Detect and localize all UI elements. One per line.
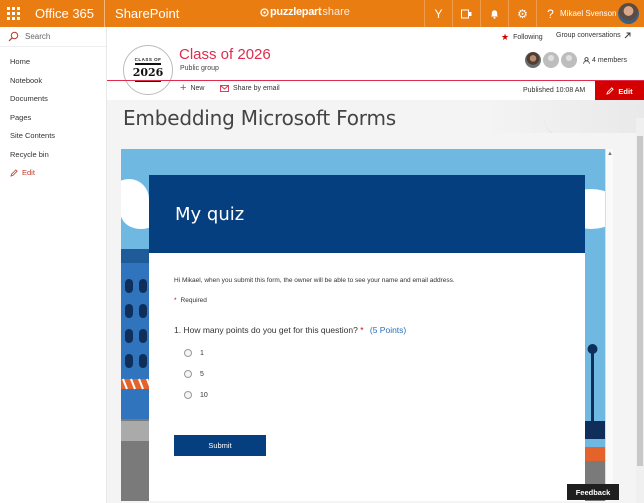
person-icon <box>583 56 590 64</box>
building-illustration-right <box>585 344 605 501</box>
search-placeholder: Search <box>25 32 51 41</box>
star-icon: ★ <box>501 32 510 42</box>
page-scrollbar[interactable] <box>636 118 644 503</box>
brand-part-a: puzzlepart <box>270 6 322 18</box>
member-avatar[interactable] <box>561 52 577 68</box>
external-link-icon <box>624 32 631 39</box>
pencil-icon <box>606 87 615 95</box>
puzzle-icon <box>260 7 269 17</box>
pencil-icon <box>10 169 18 177</box>
skype-icon[interactable] <box>452 0 480 27</box>
question-1: 1. How many points do you get for this q… <box>174 325 406 335</box>
search-icon <box>8 31 19 42</box>
required-star: * <box>360 325 364 335</box>
option-1[interactable]: 1 <box>184 349 204 357</box>
required-note: * Required <box>174 297 207 304</box>
edit-label: Edit <box>618 86 633 96</box>
embed-scrollbar[interactable]: ▲ ▼ <box>605 149 613 501</box>
sharepoint-link[interactable]: SharePoint <box>105 0 179 27</box>
yammer-icon[interactable]: Y <box>424 0 452 27</box>
page-title: Embedding Microsoft Forms <box>123 106 396 130</box>
radio-button[interactable] <box>184 370 192 378</box>
form-header: My quiz <box>149 175 585 253</box>
building-illustration-left <box>121 249 151 501</box>
scroll-up-icon[interactable]: ▲ <box>607 151 613 157</box>
nav-edit-label: Edit <box>22 168 35 177</box>
edit-button[interactable]: Edit <box>595 81 644 101</box>
share-by-email-button[interactable]: Share by email <box>220 85 280 92</box>
search-box[interactable]: Search <box>0 27 106 47</box>
site-subtitle: Public group <box>180 65 219 72</box>
nav-edit-link[interactable]: Edit <box>0 164 106 183</box>
gear-icon[interactable]: ⚙ <box>508 0 536 27</box>
radio-button[interactable] <box>184 391 192 399</box>
nav-item-pages[interactable]: Pages <box>0 109 106 128</box>
nav-item-notebook[interactable]: Notebook <box>0 72 106 91</box>
user-avatar[interactable] <box>618 3 639 24</box>
logo-year-text: 2026 <box>132 66 164 79</box>
radio-button[interactable] <box>184 349 192 357</box>
new-button[interactable]: + New <box>180 82 205 94</box>
option-label: 1 <box>200 349 204 357</box>
brand-logo: puzzlepart share <box>260 6 350 18</box>
page-content: My quiz Hi Mikael, when you submit this … <box>107 133 644 503</box>
members-label: 4 members <box>592 56 628 64</box>
following-toggle[interactable]: ★ Following <box>501 32 543 43</box>
bell-icon[interactable] <box>480 0 508 27</box>
group-conversations-label: Group conversations <box>556 32 621 39</box>
forms-embed: My quiz Hi Mikael, when you submit this … <box>121 149 605 501</box>
form-card: My quiz Hi Mikael, when you submit this … <box>149 175 585 501</box>
feedback-button[interactable]: Feedback <box>567 484 619 500</box>
logo-top-text: CLASS OF <box>134 57 162 62</box>
plus-icon: + <box>180 82 187 94</box>
command-bar: + New Share by email Published 10:08 AM … <box>107 80 644 101</box>
user-name[interactable]: Mikael Svenson <box>560 0 616 27</box>
office365-link[interactable]: Office 365 <box>27 0 106 27</box>
nav-item-home[interactable]: Home <box>0 53 106 72</box>
member-avatar[interactable] <box>543 52 559 68</box>
scrollbar-thumb[interactable] <box>637 136 643 466</box>
member-avatar[interactable] <box>525 52 541 68</box>
following-label: Following <box>513 34 543 41</box>
question-text: 1. How many points do you get for this q… <box>174 325 358 335</box>
group-conversations-link[interactable]: Group conversations <box>556 32 631 39</box>
option-label: 5 <box>200 370 204 378</box>
required-star: * <box>174 297 177 304</box>
published-status: Published 10:08 AM <box>523 87 586 94</box>
question-points: (5 Points) <box>369 325 407 335</box>
suite-bar: Office 365 SharePoint puzzlepart share Y … <box>0 0 644 27</box>
mail-icon <box>220 85 229 92</box>
share-label: Share by email <box>233 85 280 92</box>
brand-part-b: share <box>322 6 350 18</box>
members-area[interactable]: 4 members <box>525 52 627 68</box>
submit-button[interactable]: Submit <box>174 435 266 456</box>
option-label: 10 <box>200 391 208 399</box>
required-label: Required <box>180 297 207 304</box>
option-5[interactable]: 5 <box>184 370 204 378</box>
form-notice: Hi Mikael, when you submit this form, th… <box>174 277 455 284</box>
site-title[interactable]: Class of 2026 <box>179 46 271 63</box>
app-launcher-icon[interactable] <box>0 0 27 27</box>
nav-item-site-contents[interactable]: Site Contents <box>0 127 106 146</box>
new-label: New <box>190 85 205 92</box>
page-title-band: Embedding Microsoft Forms <box>107 100 644 133</box>
option-10[interactable]: 10 <box>184 391 208 399</box>
members-count[interactable]: 4 members <box>583 57 627 64</box>
nav-item-recycle-bin[interactable]: Recycle bin <box>0 146 106 165</box>
nav-item-documents[interactable]: Documents <box>0 90 106 109</box>
left-navigation: Search Home Notebook Documents Pages Sit… <box>0 27 107 503</box>
form-title: My quiz <box>175 204 245 225</box>
